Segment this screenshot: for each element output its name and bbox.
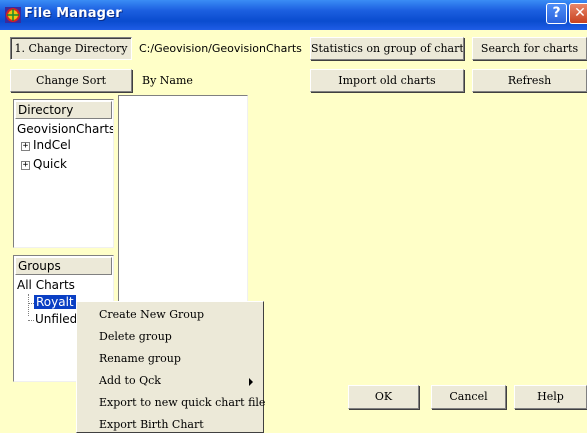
menu-item-delete-group[interactable]: Delete group [99, 330, 172, 343]
close-button[interactable]: ✕ [569, 3, 587, 24]
directory-item-indcel[interactable]: IndCel [33, 138, 71, 152]
chart-wheel-icon [5, 7, 21, 23]
menu-item-add-to-qck[interactable]: Add to Qck [99, 374, 161, 387]
sort-mode-label: By Name [142, 74, 193, 87]
expand-icon[interactable]: + [21, 161, 30, 170]
group-item-royalt[interactable]: Royalt [34, 295, 76, 309]
submenu-arrow-icon [249, 378, 253, 386]
help-button[interactable]: Help [514, 385, 587, 409]
tree-line [28, 320, 34, 322]
change-sort-button[interactable]: Change Sort [10, 69, 132, 92]
file-manager-window: File Manager ? ✕ 1. Change Directory C:/… [0, 0, 587, 433]
current-path-label: C:/Geovision/GeovisionCharts [139, 42, 302, 55]
cancel-button[interactable]: Cancel [431, 385, 506, 409]
question-icon: ? [552, 5, 561, 21]
directory-item-quick[interactable]: Quick [33, 157, 67, 171]
menu-item-create-new-group[interactable]: Create New Group [99, 308, 204, 321]
groups-header: Groups [15, 257, 112, 275]
statistics-button[interactable]: Statistics on group of charts [310, 37, 464, 60]
expand-icon[interactable]: + [21, 142, 30, 151]
ok-button[interactable]: OK [348, 385, 419, 409]
groups-root[interactable]: All Charts [17, 278, 75, 292]
chart-list-panel[interactable] [118, 95, 248, 305]
import-old-charts-button[interactable]: Import old charts [310, 69, 464, 92]
help-titlebar-button[interactable]: ? [546, 3, 567, 24]
directory-header: Directory [15, 101, 112, 119]
menu-item-rename-group[interactable]: Rename group [99, 352, 181, 365]
context-menu: Create New Group Delete group Rename gro… [76, 301, 265, 433]
group-item-unfiled[interactable]: Unfiled [35, 312, 77, 326]
window-title: File Manager [24, 6, 122, 21]
refresh-button[interactable]: Refresh [472, 69, 587, 92]
close-x-icon: ✕ [574, 5, 586, 21]
title-bar[interactable]: File Manager ? ✕ [0, 0, 587, 30]
tree-line [28, 294, 30, 316]
directory-root[interactable]: GeovisionCharts [17, 122, 113, 136]
change-directory-button[interactable]: 1. Change Directory [10, 37, 132, 60]
menu-item-export-birth-chart[interactable]: Export Birth Chart [99, 418, 204, 431]
menu-item-export-quick-chart-file[interactable]: Export to new quick chart file [99, 396, 265, 409]
search-charts-button[interactable]: Search for charts [472, 37, 587, 60]
directory-panel[interactable]: Directory GeovisionCharts + IndCel + Qui… [13, 99, 114, 248]
